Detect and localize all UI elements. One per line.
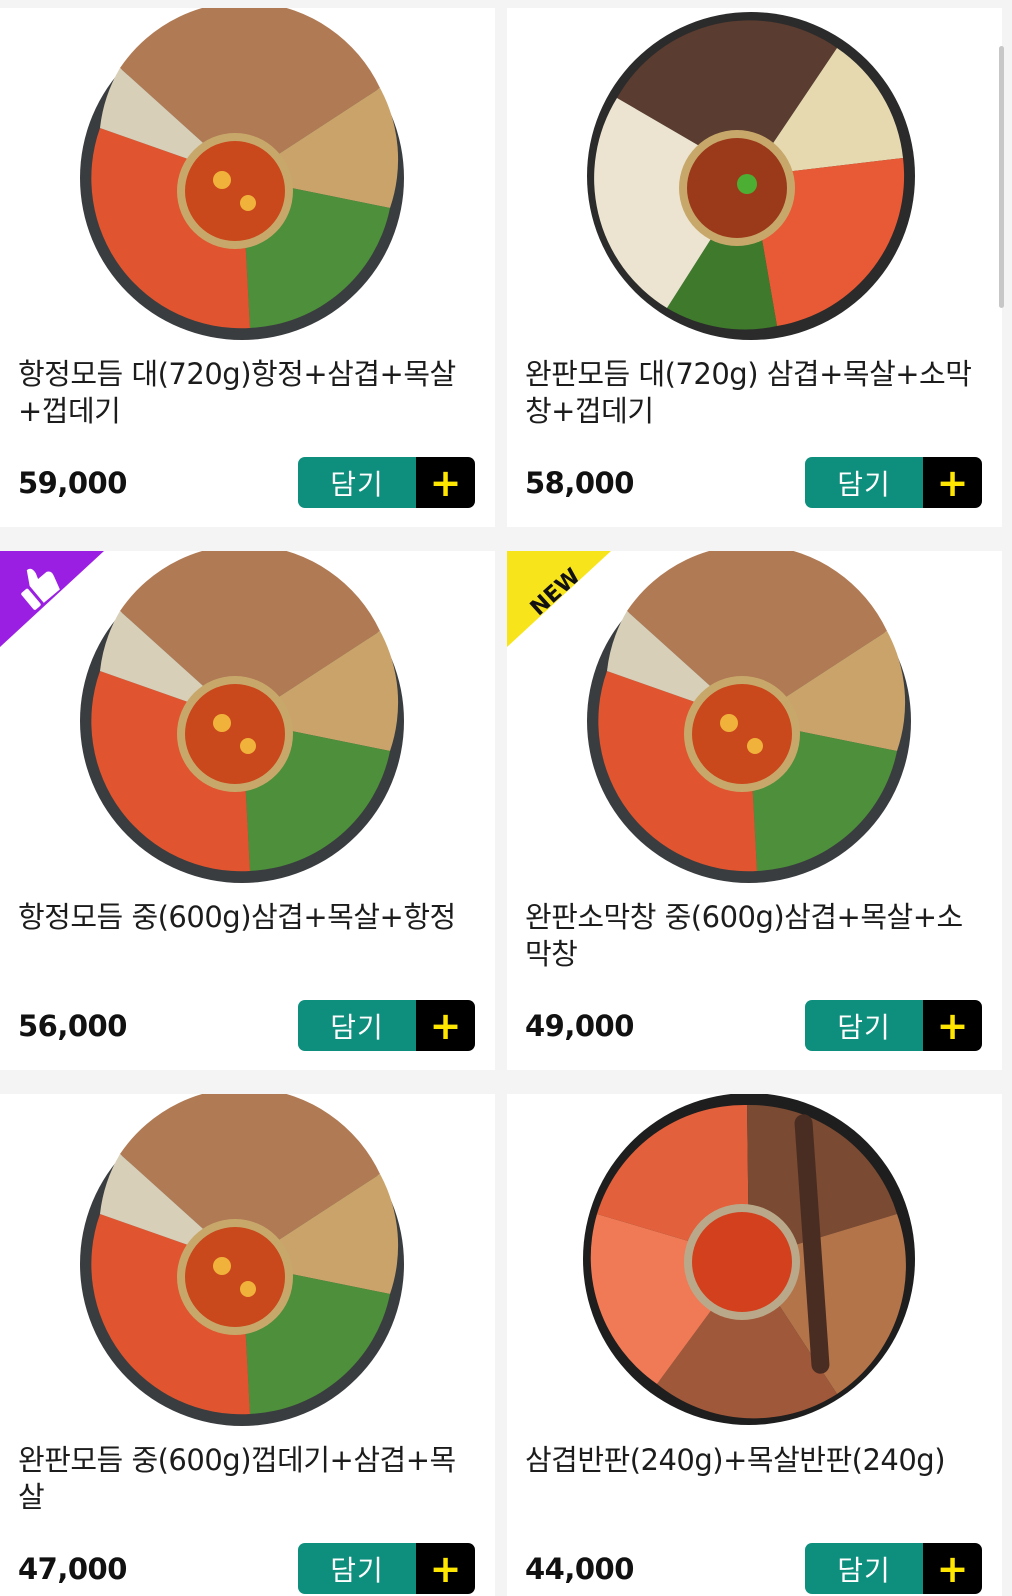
product-card[interactable]: 항정모듬 중(600g)삼겹+목살+항정 56,000 담기 +: [0, 551, 495, 1070]
product-name[interactable]: 삼겹반판(240g)+목살반판(240g): [525, 1442, 985, 1479]
product-card[interactable]: 삼겹반판(240g)+목살반판(240g) 44,000 담기 +: [507, 1094, 1002, 1596]
product-name[interactable]: 항정모듬 중(600g)삼겹+목살+항정: [18, 899, 478, 936]
plus-icon: +: [416, 1543, 475, 1594]
plus-icon: +: [923, 1000, 982, 1051]
add-to-cart-label: 담기: [298, 1000, 416, 1051]
add-to-cart-label: 담기: [805, 457, 923, 508]
add-to-cart-button[interactable]: 담기 +: [298, 1000, 475, 1051]
product-card[interactable]: NEW 완판소막창 중(600g)삼겹+목살+소막창 49,000 담기 +: [507, 551, 1002, 1070]
add-to-cart-label: 담기: [805, 1000, 923, 1051]
product-card[interactable]: 완판모듬 중(600g)껍데기+삼겹+목살 47,000 담기 +: [0, 1094, 495, 1596]
product-card[interactable]: 항정모듬 대(720g)항정+삼겹+목살+껍데기 59,000 담기 +: [0, 8, 495, 527]
product-name[interactable]: 항정모듬 대(720g)항정+삼겹+목살+껍데기: [18, 356, 478, 430]
add-to-cart-label: 담기: [298, 457, 416, 508]
recommend-badge: [0, 551, 104, 647]
product-name[interactable]: 완판모듬 대(720g) 삼겹+목살+소막창+껍데기: [525, 356, 985, 430]
product-image[interactable]: [0, 8, 495, 348]
add-to-cart-button[interactable]: 담기 +: [298, 457, 475, 508]
product-name[interactable]: 완판소막창 중(600g)삼겹+목살+소막창: [525, 899, 985, 973]
add-to-cart-label: 담기: [298, 1543, 416, 1594]
product-price: 59,000: [18, 466, 127, 500]
product-price: 44,000: [525, 1552, 634, 1586]
plus-icon: +: [416, 1000, 475, 1051]
add-to-cart-label: 담기: [805, 1543, 923, 1594]
scrollbar[interactable]: [999, 46, 1004, 308]
product-price: 56,000: [18, 1009, 127, 1043]
new-badge: NEW: [507, 551, 611, 647]
product-price: 47,000: [18, 1552, 127, 1586]
product-price: 58,000: [525, 466, 634, 500]
add-to-cart-button[interactable]: 담기 +: [805, 457, 982, 508]
product-image[interactable]: [507, 8, 1002, 348]
add-to-cart-button[interactable]: 담기 +: [805, 1543, 982, 1594]
product-grid: 항정모듬 대(720g)항정+삼겹+목살+껍데기 59,000 담기 + 완판모…: [0, 8, 1012, 1596]
product-image[interactable]: [507, 1094, 1002, 1434]
product-card[interactable]: 완판모듬 대(720g) 삼겹+목살+소막창+껍데기 58,000 담기 +: [507, 8, 1002, 527]
plus-icon: +: [923, 457, 982, 508]
add-to-cart-button[interactable]: 담기 +: [298, 1543, 475, 1594]
plus-icon: +: [416, 457, 475, 508]
product-image[interactable]: [0, 1094, 495, 1434]
plus-icon: +: [923, 1543, 982, 1594]
add-to-cart-button[interactable]: 담기 +: [805, 1000, 982, 1051]
product-price: 49,000: [525, 1009, 634, 1043]
product-name[interactable]: 완판모듬 중(600g)껍데기+삼겹+목살: [18, 1442, 478, 1516]
